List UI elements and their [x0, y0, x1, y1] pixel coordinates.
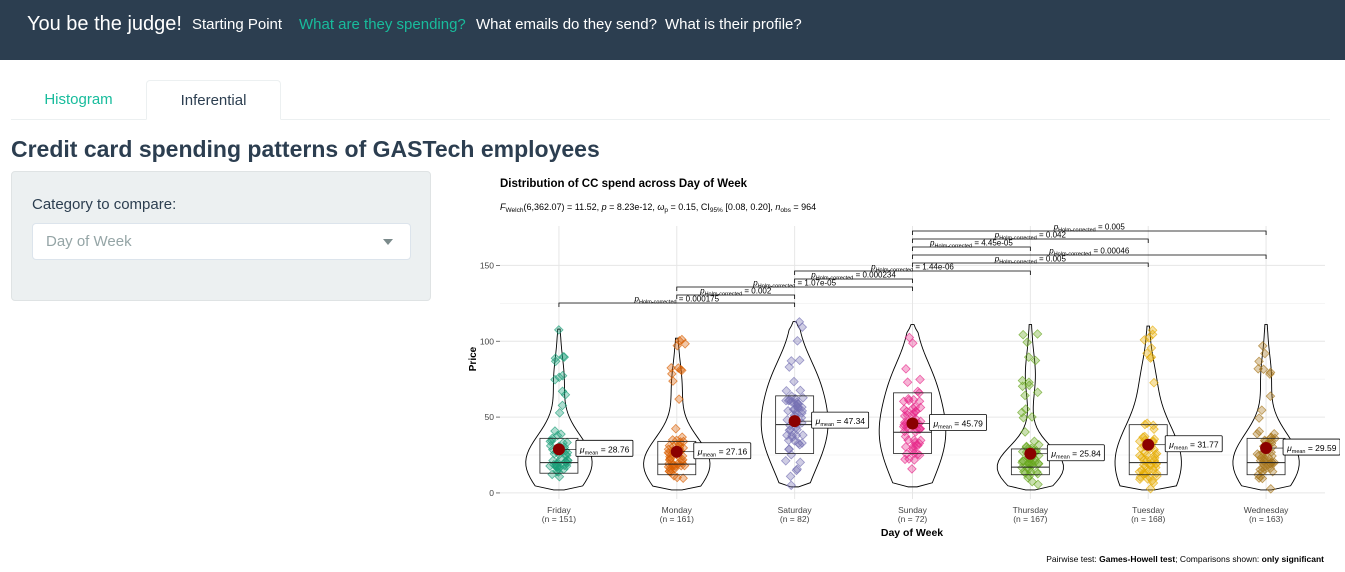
data-point — [785, 471, 796, 482]
plot-caption: Pairwise test: Games-Howell test; Compar… — [1046, 554, 1324, 564]
x-tick-n-label: (n = 161) — [660, 514, 694, 524]
plot-title: Distribution of CC spend across Day of W… — [500, 178, 748, 190]
data-point — [789, 376, 799, 387]
data-point — [666, 363, 676, 373]
data-point — [674, 394, 684, 404]
mean-point — [1024, 447, 1037, 460]
mean-point — [906, 417, 919, 430]
x-axis-title: Day of Week — [881, 527, 943, 539]
page-title: Credit card spending patterns of GASTech… — [11, 136, 600, 162]
data-point — [907, 464, 917, 474]
y-tick-label: 150 — [480, 260, 494, 270]
data-point — [901, 364, 911, 374]
x-tick-n-label: (n = 168) — [1131, 514, 1165, 524]
x-tick-n-label: (n = 151) — [542, 514, 576, 524]
data-point — [915, 374, 925, 385]
nav-link-profile[interactable]: What is their profile? — [665, 16, 802, 33]
stats-plot: Distribution of CC spend across Day of W… — [468, 178, 1340, 564]
sidebar-panel: Category to compare: Day of Week — [11, 171, 431, 301]
y-tick-label: 100 — [480, 336, 494, 346]
x-tick-n-label: (n = 167) — [1013, 514, 1047, 524]
pairwise-label: pHolm-corrected = 0.00046 — [1048, 247, 1130, 258]
mean-point — [788, 415, 801, 428]
mean-point — [552, 443, 565, 456]
nav-link-starting-point[interactable]: Starting Point — [192, 16, 282, 33]
data-point — [670, 423, 681, 434]
plot-subtitle: FWelch(6,362.07) = 11.52, p = 8.23e-12, … — [500, 202, 816, 214]
y-axis-title: Price — [468, 346, 479, 371]
mean-point — [670, 445, 683, 458]
x-tick-n-label: (n = 163) — [1249, 514, 1283, 524]
chevron-down-icon[interactable] — [383, 239, 393, 245]
data-point — [1027, 412, 1037, 422]
x-tick-n-label: (n = 82) — [780, 514, 810, 524]
data-point — [1265, 484, 1276, 494]
nav-link-emails[interactable]: What emails do they send? — [476, 16, 657, 33]
y-tick-label: 50 — [485, 412, 495, 422]
data-point — [1265, 391, 1276, 401]
data-point — [1020, 390, 1030, 401]
pairwise-label: pHolm-corrected = 0.005 — [1053, 223, 1126, 234]
nav-link-spending[interactable]: What are they spending? — [299, 16, 466, 33]
tab-inferential[interactable]: Inferential — [146, 80, 281, 120]
data-point — [553, 325, 564, 335]
tab-bar: Histogram Inferential — [11, 80, 1330, 120]
data-point — [668, 376, 678, 386]
x-tick-n-label: (n = 72) — [898, 514, 928, 524]
category-select-value: Day of Week — [46, 233, 132, 250]
navbar: You be the judge! Starting Point What ar… — [0, 0, 1345, 60]
data-point — [794, 355, 805, 366]
category-select[interactable]: Day of Week — [32, 223, 411, 260]
y-tick-label: 0 — [489, 488, 494, 498]
data-point — [1018, 329, 1028, 340]
data-point — [1020, 427, 1030, 437]
tab-histogram[interactable]: Histogram — [11, 80, 146, 120]
data-point — [780, 455, 791, 466]
data-point — [1032, 329, 1043, 339]
category-select-label: Category to compare: — [32, 196, 177, 213]
mean-point — [1260, 442, 1273, 455]
mean-point — [1142, 438, 1155, 451]
navbar-brand[interactable]: You be the judge! — [27, 13, 182, 36]
